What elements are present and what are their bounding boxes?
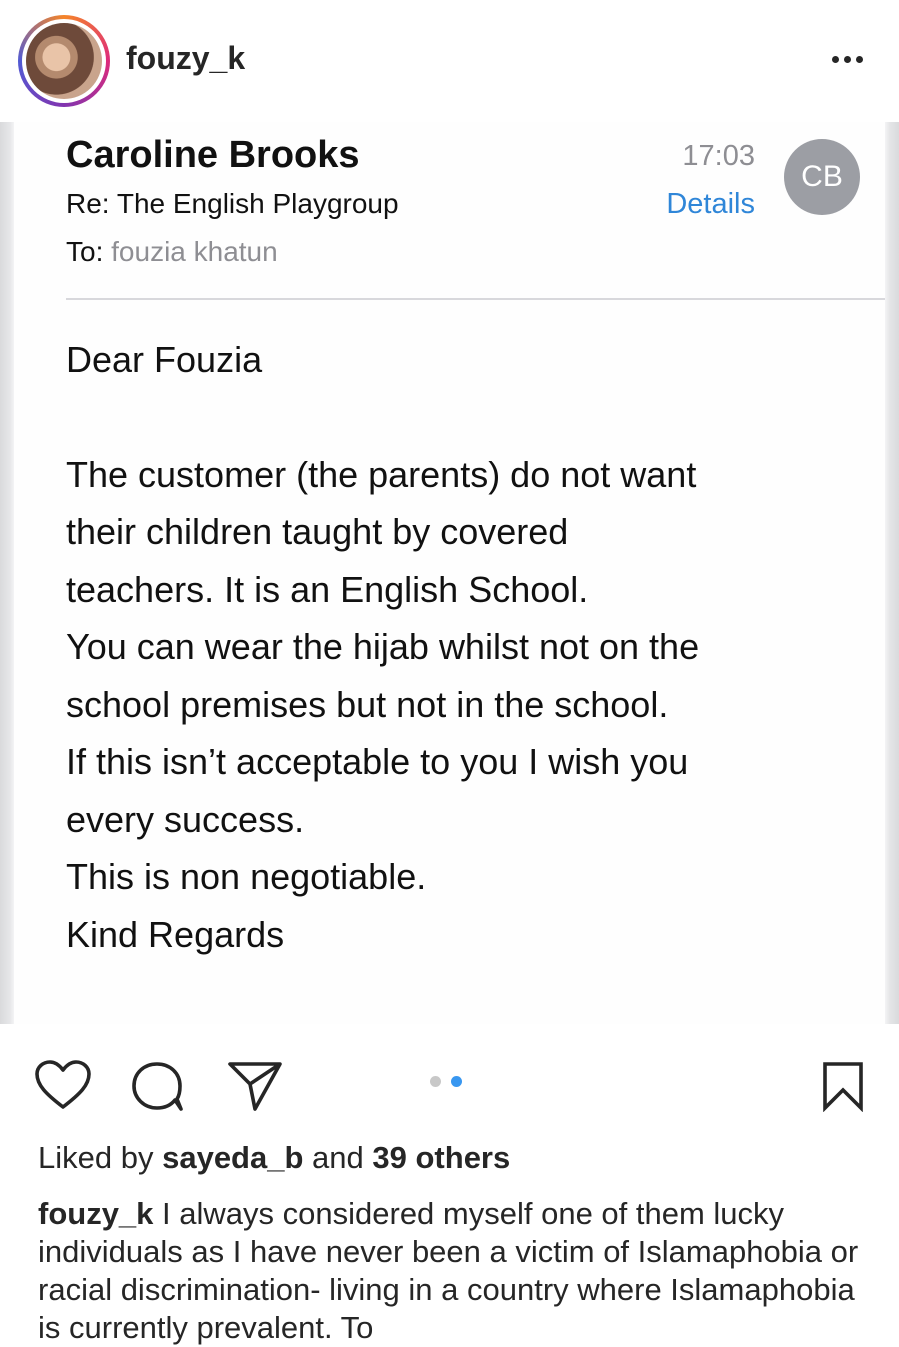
likes-conjunction: and <box>312 1140 364 1175</box>
email-sender: Caroline Brooks <box>66 134 360 176</box>
comment-icon[interactable] <box>129 1059 185 1113</box>
caption-username[interactable]: fouzy_k <box>38 1196 153 1231</box>
email-card: Caroline Brooks Re: The English Playgrou… <box>14 122 885 1024</box>
email-divider <box>66 298 885 300</box>
post-image: Caroline Brooks Re: The English Playgrou… <box>0 122 899 1024</box>
avatar-photo <box>26 23 102 99</box>
email-details-link: Details <box>666 188 755 220</box>
email-body-line: their children taught by covered <box>66 511 569 552</box>
post-header: fouzy_k <box>0 0 899 122</box>
email-recipient-line: To: fouzia khatun <box>66 236 278 268</box>
email-to-label: To: <box>66 236 104 267</box>
email-body-line: You can wear the hijab whilst not on the <box>66 626 700 667</box>
email-body: Dear Fouzia The customer (the parents) d… <box>66 331 866 963</box>
sender-initials-avatar: CB <box>784 139 860 215</box>
email-subject: Re: The English Playgroup <box>66 188 399 219</box>
email-body-line: The customer (the parents) do not want <box>66 453 697 495</box>
post-caption: fouzy_k I always considered myself one o… <box>38 1195 878 1347</box>
email-body-line: every success. <box>66 798 305 840</box>
likes-line: Liked by sayeda_b and 39 others <box>38 1140 510 1176</box>
likes-others-link[interactable]: 39 others <box>372 1140 510 1175</box>
email-body-line: teachers. It is an English School. <box>66 568 589 610</box>
more-options-icon[interactable] <box>832 56 863 63</box>
avatar-border <box>22 19 106 103</box>
email-body-line: school premises but not in the school. <box>66 683 669 725</box>
caption-text: I always considered myself one of them l… <box>38 1196 859 1345</box>
liker-username[interactable]: sayeda_b <box>162 1140 303 1175</box>
bookmark-icon[interactable] <box>820 1060 866 1112</box>
post-username[interactable]: fouzy_k <box>126 40 245 77</box>
carousel-dot-active <box>451 1076 462 1087</box>
share-icon[interactable] <box>226 1059 284 1113</box>
email-body-line: If this isn’t acceptable to you I wish y… <box>66 741 689 782</box>
heart-icon[interactable] <box>34 1059 92 1111</box>
email-body-line: This is non negotiable. <box>66 856 427 897</box>
likes-prefix: Liked by <box>38 1140 154 1175</box>
carousel-indicator <box>430 1076 462 1087</box>
carousel-dot <box>430 1076 441 1087</box>
avatar[interactable] <box>18 15 110 107</box>
email-greeting: Dear Fouzia <box>66 339 263 380</box>
email-body-line: Kind Regards <box>66 913 285 955</box>
email-time: 17:03 <box>682 140 755 172</box>
email-recipient: fouzia khatun <box>111 236 278 267</box>
post-actions <box>0 1024 899 1139</box>
